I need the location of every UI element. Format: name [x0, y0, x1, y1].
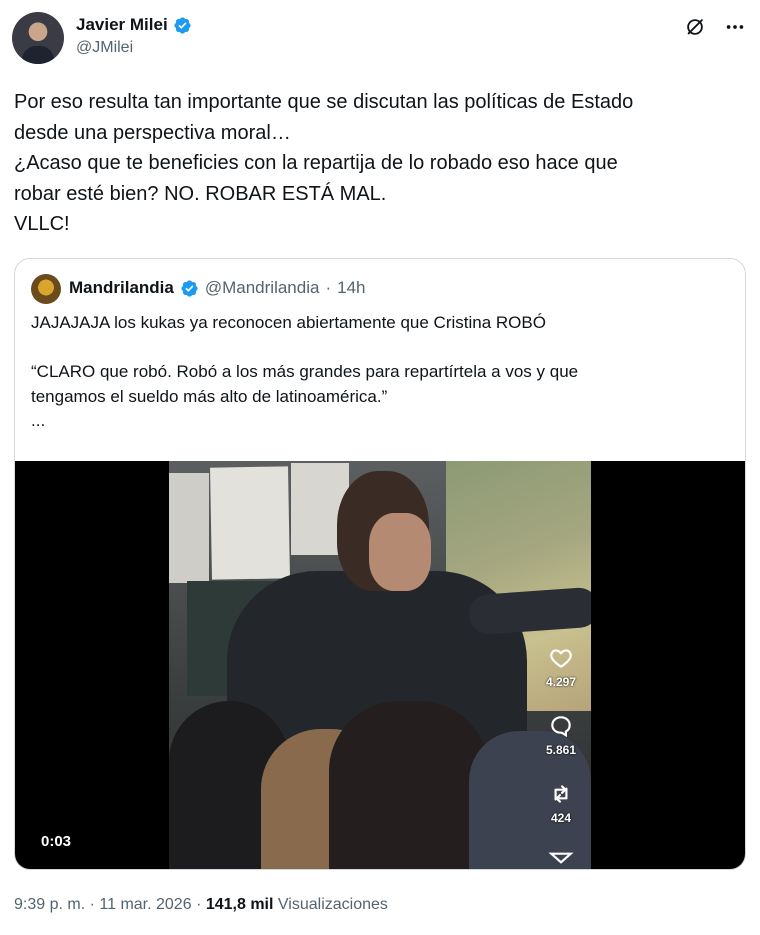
quoted-tweet-header: Mandrilandia @Mandrilandia · 14h	[69, 278, 366, 298]
video-comment-stat[interactable]: 5.861	[543, 713, 579, 757]
quoted-tweet-text: JAJAJAJA los kukas ya reconocen abiertam…	[31, 311, 731, 434]
author-name[interactable]: Javier Milei	[76, 15, 168, 35]
video-poster	[169, 473, 209, 583]
heart-icon	[550, 649, 572, 668]
tweet-line: Por eso resulta tan importante que se di…	[14, 91, 634, 113]
quoted-author-avatar[interactable]	[31, 274, 61, 304]
tweet-line: desde una perspectiva moral…	[14, 121, 291, 144]
separator-dot: ·	[196, 896, 202, 913]
tweet-line: VLLC!	[14, 213, 70, 235]
grok-icon[interactable]	[684, 16, 706, 38]
tweet-line: robar esté bien? NO. ROBAR ESTÁ MAL.	[14, 182, 387, 205]
views-count: 141,8 mil	[205, 896, 274, 913]
video-person-face	[369, 513, 431, 591]
tweet-meta: 9:39 p. m. · 11 mar. 2026 · 141,8 mil Vi…	[14, 896, 388, 914]
video-frame	[169, 461, 591, 869]
video-crowd	[329, 701, 489, 869]
repost-icon	[554, 785, 568, 803]
separator-dot: ·	[89, 896, 95, 913]
video-like-count: 4.297	[545, 675, 577, 689]
quoted-author-handle[interactable]: @Mandrilandia	[205, 278, 320, 298]
video-poster	[210, 466, 290, 580]
author-avatar[interactable]	[12, 12, 64, 64]
tweet-date[interactable]: 11 mar. 2026	[99, 896, 191, 913]
video-player[interactable]: 4.297 5.861 424 0:03	[15, 461, 745, 869]
quote-line: “CLARO que robó. Robó a los más grandes …	[31, 362, 579, 381]
video-comment-count: 5.861	[545, 743, 577, 757]
video-duration: 0:03	[41, 833, 72, 850]
quote-line: ...	[31, 411, 46, 430]
quote-line: JAJAJAJA los kukas ya reconocen abiertam…	[31, 313, 546, 332]
author-block: Javier Milei @JMilei	[76, 14, 192, 57]
more-options-icon[interactable]	[724, 16, 746, 38]
video-like-stat[interactable]: 4.297	[543, 645, 579, 689]
views-label: Visualizaciones	[277, 896, 388, 913]
share-icon	[548, 852, 574, 864]
author-handle[interactable]: @JMilei	[76, 39, 192, 57]
tweet-time[interactable]: 9:39 p. m.	[14, 896, 85, 913]
verified-badge-icon	[174, 16, 191, 34]
tweet-actions-top	[684, 16, 746, 38]
quoted-author-name[interactable]: Mandrilandia	[69, 278, 174, 298]
video-repost-count: 424	[550, 811, 572, 825]
separator-dot: ·	[325, 278, 332, 297]
quote-line	[31, 336, 731, 361]
quoted-tweet-time[interactable]: 14h	[337, 278, 365, 298]
video-repost-stat[interactable]: 424	[543, 781, 579, 825]
quoted-tweet[interactable]: Mandrilandia @Mandrilandia · 14h JAJAJAJ…	[14, 258, 746, 870]
quote-line: tengamos el sueldo más alto de latinoamé…	[31, 386, 388, 406]
video-person-arm	[467, 586, 591, 636]
comment-icon	[551, 716, 571, 738]
verified-badge-icon	[181, 279, 198, 297]
video-share-stat[interactable]	[543, 851, 579, 865]
tweet-line: ¿Acaso que te beneficies con la repartij…	[14, 152, 618, 174]
tweet-text: Por eso resulta tan importante que se di…	[14, 87, 744, 240]
